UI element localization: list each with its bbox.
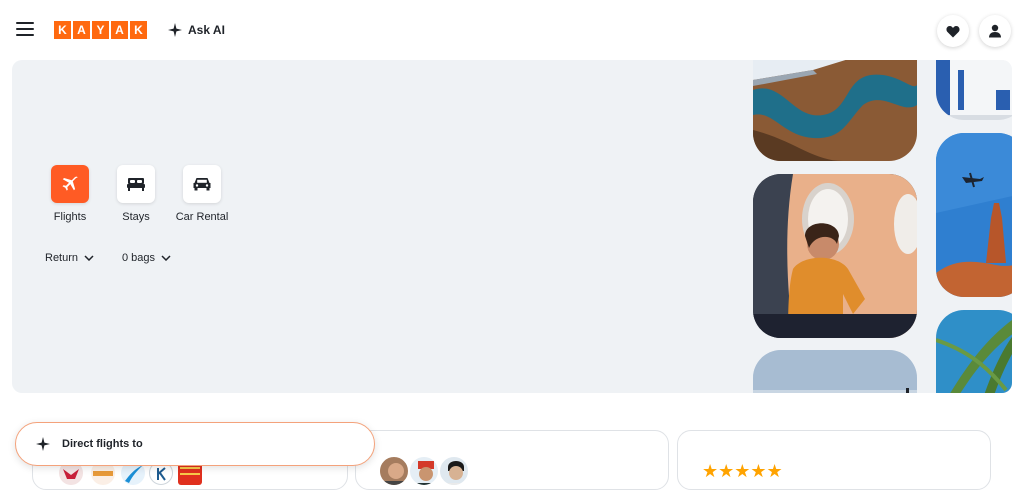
- chevron-down-icon: [84, 255, 94, 261]
- logo-letter: K: [54, 21, 71, 39]
- heart-icon: [946, 25, 960, 37]
- palm-leaf-photo: [936, 310, 1012, 393]
- vertical-flights[interactable]: Flights: [50, 165, 90, 223]
- vertical-flights-box: [51, 165, 89, 203]
- person-icon: [989, 24, 1001, 38]
- desert-rock-photo: [936, 133, 1012, 297]
- ai-prompt-text: Direct flights to: [62, 438, 143, 450]
- avatar: [408, 455, 440, 487]
- reviews-people-card[interactable]: [355, 430, 669, 490]
- vertical-stays-box: [117, 165, 155, 203]
- ask-ai-button[interactable]: Ask AI: [168, 20, 225, 40]
- white-blue-building-photo: [936, 60, 1012, 120]
- hero-search-panel: Flights Stays Car Rental Return 0 bags: [12, 60, 1012, 393]
- avatar: [378, 455, 410, 487]
- car-icon: [193, 178, 211, 191]
- bags-value: 0 bags: [122, 252, 156, 264]
- bed-icon: [127, 178, 145, 191]
- top-header: K A Y A K Ask AI: [0, 0, 1024, 60]
- canyon-river-photo: [753, 60, 917, 161]
- favorites-button[interactable]: [937, 15, 969, 47]
- logo-letter: Y: [92, 21, 109, 39]
- vertical-label: Flights: [53, 211, 87, 223]
- sky-photo: [753, 350, 917, 393]
- logo-letter: A: [73, 21, 90, 39]
- rating-card[interactable]: ★★★★★: [677, 430, 991, 490]
- plane-icon: [62, 176, 78, 191]
- vertical-stays[interactable]: Stays: [116, 165, 156, 223]
- trip-type-value: Return: [45, 252, 79, 264]
- vertical-car-box: [183, 165, 221, 203]
- ask-ai-label: Ask AI: [188, 23, 225, 37]
- kayak-logo[interactable]: K A Y A K: [54, 21, 147, 39]
- vertical-label: Car Rental: [175, 211, 229, 223]
- vertical-car-rental[interactable]: Car Rental: [176, 165, 228, 223]
- chevron-down-icon: [161, 255, 171, 261]
- ai-prompt-input[interactable]: Direct flights to: [15, 422, 375, 466]
- account-button[interactable]: [979, 15, 1011, 47]
- avatar: [438, 455, 470, 487]
- hamburger-menu-icon[interactable]: [16, 22, 34, 38]
- child-window-photo: [753, 174, 917, 338]
- sparkle-icon: [168, 23, 182, 37]
- bags-dropdown[interactable]: 0 bags: [122, 252, 171, 264]
- rating-stars: ★★★★★: [702, 461, 783, 481]
- vertical-label: Stays: [122, 211, 150, 223]
- logo-letter: A: [111, 21, 128, 39]
- logo-letter: K: [130, 21, 147, 39]
- sparkle-icon: [36, 437, 50, 451]
- trip-type-dropdown[interactable]: Return: [45, 252, 94, 264]
